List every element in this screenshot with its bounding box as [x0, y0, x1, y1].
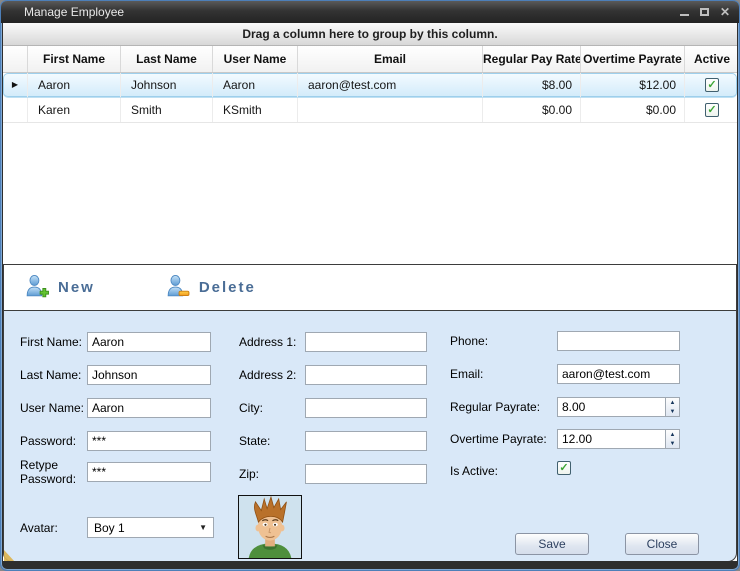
indicator-column-header	[3, 46, 28, 72]
last-name-input[interactable]	[87, 365, 211, 385]
close-button[interactable]: Close	[625, 533, 699, 555]
zip-input[interactable]	[305, 464, 427, 484]
avatar-dropdown-value: Boy 1	[94, 521, 125, 535]
regular-payrate-up-icon[interactable]: ▲	[666, 398, 679, 407]
city-input[interactable]	[305, 398, 427, 418]
first-name-input[interactable]	[87, 332, 211, 352]
cell-email	[298, 98, 483, 122]
retype-password-label: Retype Password:	[20, 458, 78, 486]
cell-first-name: Aaron	[28, 73, 121, 97]
person-remove-icon	[165, 274, 190, 302]
active-checkbox[interactable]: ✓	[705, 103, 719, 117]
column-header-first-name[interactable]: First Name	[28, 46, 121, 72]
user-name-input[interactable]	[87, 398, 211, 418]
regular-payrate-down-icon[interactable]: ▼	[666, 407, 679, 416]
address1-input[interactable]	[305, 332, 427, 352]
cell-email: aaron@test.com	[298, 73, 483, 97]
is-active-checkbox[interactable]: ✓	[557, 461, 571, 475]
password-input[interactable]	[87, 431, 211, 451]
new-button-label: New	[58, 279, 95, 296]
overtime-payrate-stepper: ▲ ▼	[557, 429, 680, 449]
address2-input[interactable]	[305, 365, 427, 385]
cell-last-name: Johnson	[121, 73, 213, 97]
state-label: State:	[239, 434, 270, 448]
active-checkbox[interactable]: ✓	[705, 78, 719, 92]
table-row[interactable]: Karen Smith KSmith $0.00 $0.00 ✓	[3, 98, 737, 123]
regular-payrate-label: Regular Payrate:	[450, 400, 540, 414]
chevron-down-icon: ▼	[199, 523, 207, 532]
cell-regular-pay-rate: $8.00	[483, 73, 581, 97]
maximize-icon[interactable]	[700, 8, 709, 16]
phone-label: Phone:	[450, 334, 488, 348]
person-add-icon	[24, 274, 49, 302]
new-button[interactable]: New	[18, 270, 101, 306]
last-name-label: Last Name:	[20, 368, 81, 382]
cell-first-name: Karen	[28, 98, 121, 122]
titlebar: Manage Employee ✕	[1, 1, 739, 23]
cell-user-name: KSmith	[213, 98, 298, 122]
is-active-label: Is Active:	[450, 464, 498, 478]
minimize-icon[interactable]	[680, 14, 689, 16]
toolbar: New	[4, 265, 736, 311]
overtime-payrate-input[interactable]	[557, 429, 665, 449]
user-name-label: User Name:	[20, 401, 84, 415]
address1-label: Address 1:	[239, 335, 296, 349]
regular-payrate-stepper: ▲ ▼	[557, 397, 680, 417]
detail-panel: New	[3, 264, 737, 561]
column-header-email[interactable]: Email	[298, 46, 483, 72]
group-by-panel[interactable]: Drag a column here to group by this colu…	[3, 23, 737, 46]
close-icon[interactable]: ✕	[720, 1, 730, 23]
column-header-regular-pay-rate[interactable]: Regular Pay Rate	[483, 46, 581, 72]
email-input[interactable]	[557, 364, 680, 384]
avatar-dropdown[interactable]: Boy 1 ▼	[87, 517, 214, 538]
cell-user-name: Aaron	[213, 73, 298, 97]
delete-button-label: Delete	[199, 279, 256, 296]
cell-regular-pay-rate: $0.00	[483, 98, 581, 122]
phone-input[interactable]	[557, 331, 680, 351]
client-area: Drag a column here to group by this colu…	[3, 23, 737, 561]
cell-last-name: Smith	[121, 98, 213, 122]
column-header-last-name[interactable]: Last Name	[121, 46, 213, 72]
city-label: City:	[239, 401, 263, 415]
email-label: Email:	[450, 367, 483, 381]
window-title: Manage Employee	[24, 1, 124, 23]
row-indicator-icon: ▶	[12, 73, 18, 97]
regular-payrate-input[interactable]	[557, 397, 665, 417]
corner-decoration	[4, 550, 15, 561]
table-row[interactable]: ▶ Aaron Johnson Aaron aaron@test.com $8.…	[3, 73, 737, 98]
boy-avatar-illustration	[239, 496, 301, 558]
column-header-active[interactable]: Active	[685, 46, 737, 72]
zip-label: Zip:	[239, 467, 259, 481]
overtime-payrate-down-icon[interactable]: ▼	[666, 439, 679, 448]
delete-button[interactable]: Delete	[159, 270, 262, 306]
manage-employee-window: Manage Employee ✕ Drag a column here to …	[0, 0, 740, 571]
grid-header: First Name Last Name User Name Email Reg…	[3, 46, 737, 73]
avatar-label: Avatar:	[20, 521, 58, 535]
first-name-label: First Name:	[20, 335, 82, 349]
column-header-user-name[interactable]: User Name	[213, 46, 298, 72]
retype-password-input[interactable]	[87, 462, 211, 482]
save-button[interactable]: Save	[515, 533, 589, 555]
overtime-payrate-up-icon[interactable]: ▲	[666, 430, 679, 439]
cell-overtime-payrate: $12.00	[581, 73, 685, 97]
address2-label: Address 2:	[239, 368, 296, 382]
column-header-overtime-payrate[interactable]: Overtime Payrate	[581, 46, 685, 72]
grid-rows: ▶ Aaron Johnson Aaron aaron@test.com $8.…	[3, 73, 737, 123]
cell-overtime-payrate: $0.00	[581, 98, 685, 122]
state-input[interactable]	[305, 431, 427, 451]
avatar-image	[238, 495, 302, 559]
password-label: Password:	[20, 434, 76, 448]
overtime-payrate-label: Overtime Payrate:	[450, 432, 547, 446]
